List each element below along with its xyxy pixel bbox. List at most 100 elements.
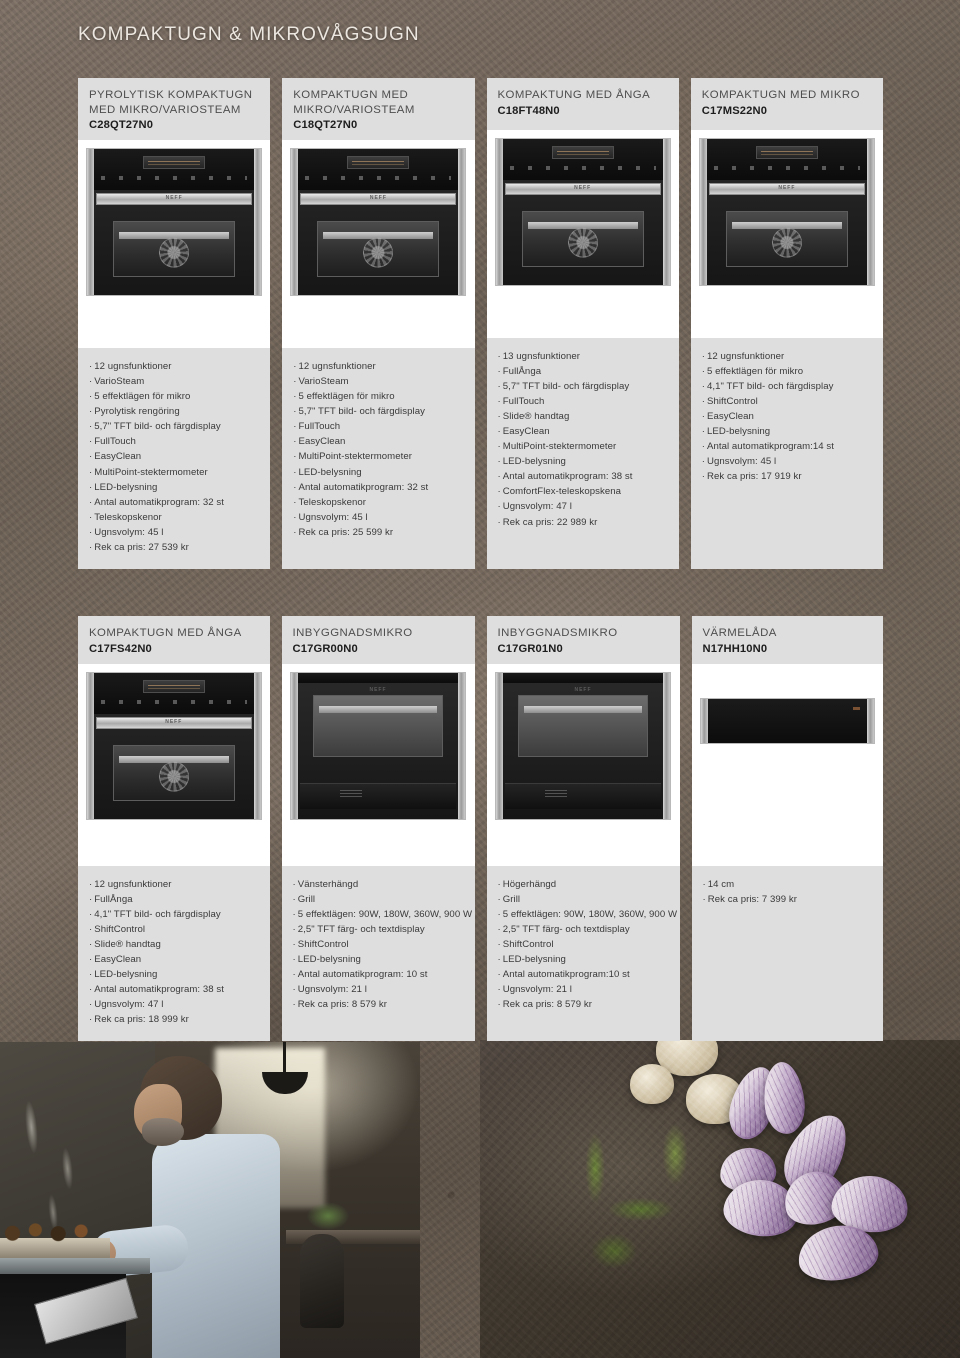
lower-control-strip [505, 782, 661, 809]
product-model-number: C17FS42N0 [89, 642, 152, 655]
touch-controls [509, 166, 656, 170]
product-card-header: VÄRMELÅDA N17HH10N0 [691, 616, 883, 664]
product-image: NEFF [78, 663, 270, 866]
oven-door [34, 1277, 138, 1345]
oven-side-trim [495, 139, 503, 285]
product-card[interactable]: PYROLYTISK KOMPAKTUGN MED MIKRO/VARIOSTE… [78, 78, 271, 569]
spec-item: Ugnsvolym: 47 l [498, 499, 669, 514]
spec-item: Vänsterhängd [293, 877, 465, 892]
spec-item: Pyrolytisk rengöring [89, 404, 260, 419]
spec-item: 12 ugnsfunktioner [702, 349, 873, 364]
spec-item: 5 effektlägen för mikro [702, 364, 873, 379]
spec-item: Antal automatikprogram: 32 st [89, 495, 260, 510]
fan-icon [363, 237, 394, 268]
oven-side-trim [496, 672, 503, 819]
herb-sprigs [542, 1076, 732, 1306]
spec-item: 4,1" TFT bild- och färgdisplay [702, 379, 873, 394]
spec-item: ShiftControl [293, 937, 465, 952]
oven-image: NEFF [86, 148, 263, 297]
brand-logo: NEFF [574, 686, 592, 693]
spec-item: 5 effektlägen: 90W, 180W, 360W, 900 W [293, 907, 472, 922]
spec-item: 13 ugnsfunktioner [498, 349, 669, 364]
tft-display [755, 146, 818, 159]
product-title: KOMPAKTUNG MED ÅNGA [497, 89, 651, 101]
shallot-icon [773, 1104, 859, 1204]
product-card-header: KOMPAKTUGN MED MIKRO C17MS22N0 [690, 78, 883, 130]
oven-cavity [313, 694, 443, 757]
spec-item: Rek ca pris: 18 999 kr [89, 1012, 260, 1027]
spec-item: LED-belysning [293, 465, 464, 480]
product-grid-row-1: PYROLYTISK KOMPAKTUGN MED MIKRO/VARIOSTE… [78, 78, 883, 569]
spec-item: Slide® handtag [89, 937, 260, 952]
product-card[interactable]: KOMPAKTUGN MED MIKRO/VARIOSTEAM C18QT27N0… [282, 78, 475, 569]
oven-side-trim [866, 139, 874, 285]
fan-icon [771, 227, 802, 258]
product-spec-list: 12 ugnsfunktionerVarioSteam5 effektlägen… [282, 348, 475, 569]
product-model-number: C28QT27N0 [89, 119, 154, 132]
product-image: NEFF [486, 663, 680, 866]
product-card[interactable]: KOMPAKTUNG MED ÅNGA C18FT48N0 NEFF 13 ugnsf… [486, 78, 679, 569]
product-card[interactable]: INBYGGNADSMIKRO C17GR00N0 NEFF Vänsterhängd… [281, 616, 475, 1042]
spec-item: Antal automatikprogram: 32 st [293, 480, 464, 495]
oven-rack [524, 705, 642, 713]
spec-item: 5 effektlägen för mikro [293, 389, 464, 404]
oven-side-trim [253, 672, 261, 819]
product-model-number: C18FT48N0 [497, 104, 560, 117]
spec-item: ShiftControl [89, 922, 260, 937]
spec-item: 5,7" TFT bild- och färgdisplay [293, 404, 464, 419]
spec-item: LED-belysning [293, 952, 465, 967]
product-title: INBYGGNADSMIKRO [292, 627, 413, 639]
spec-item: ComfortFlex-teleskopskena [498, 484, 669, 499]
warming-drawer-image [699, 697, 875, 744]
product-card[interactable]: KOMPAKTUGN MED MIKRO C17MS22N0 NEFF 12 ugns… [690, 78, 883, 569]
product-card[interactable]: KOMPAKTUGN MED ÅNGA C17FS42N0 NEFF 12 ugnsf… [78, 616, 270, 1042]
spec-item: Grill [498, 892, 670, 907]
spec-item: MultiPoint-stektermometer [89, 465, 260, 480]
spec-item: Antal automatikprogram: 10 st [293, 967, 465, 982]
oven-side-trim [254, 149, 262, 296]
product-spec-list: 12 ugnsfunktionerVarioSteam5 effektlägen… [78, 348, 271, 569]
spec-item: EasyClean [89, 952, 260, 967]
drawer-side-trim [867, 698, 874, 743]
spec-item: 12 ugnsfunktioner [89, 359, 260, 374]
spec-item: Antal automatikprogram: 38 st [89, 982, 260, 997]
fan-icon [158, 761, 189, 792]
spec-item: 14 cm [703, 877, 874, 892]
oven-side-trim [87, 672, 94, 819]
spec-item: Grill [293, 892, 465, 907]
spec-item: Rek ca pris: 7 399 kr [703, 892, 874, 907]
oven-image: NEFF [494, 138, 671, 286]
shallot-icon [720, 1175, 802, 1241]
plated-food [0, 1220, 104, 1242]
spec-item: ShiftControl [702, 394, 873, 409]
spec-item: Ugnsvolym: 47 l [89, 997, 260, 1012]
spec-item: Rek ca pris: 8 579 kr [498, 997, 670, 1012]
shallot-icon [829, 1172, 911, 1236]
product-title: VÄRMELÅDA [702, 627, 777, 639]
spec-item: ShiftControl [498, 937, 670, 952]
spec-item: LED-belysning [702, 424, 873, 439]
product-title: PYROLYTISK KOMPAKTUGN MED MIKRO/VARIOSTE… [89, 89, 253, 116]
brand-logo: NEFF [369, 686, 387, 693]
product-card-header: INBYGGNADSMIKRO C17GR00N0 [281, 616, 475, 664]
spec-item: FullTouch [293, 419, 464, 434]
spec-item: 12 ugnsfunktioner [89, 877, 260, 892]
spec-item: LED-belysning [498, 952, 670, 967]
product-card[interactable]: INBYGGNADSMIKRO C17GR01N0 NEFF HögerhängdGr… [486, 616, 680, 1042]
brand-logo: NEFF [778, 185, 796, 191]
brand-logo: NEFF [165, 718, 183, 725]
spec-item: 5 effektlägen: 90W, 180W, 360W, 900 W [498, 907, 677, 922]
fan-icon [567, 227, 598, 258]
lower-control-strip [300, 782, 456, 809]
tft-display [347, 156, 410, 170]
spec-item: FullÅnga [89, 892, 260, 907]
oven-side-trim [291, 149, 299, 296]
product-card[interactable]: VÄRMELÅDA N17HH10N0 14 cmRek ca pris: 7 39… [691, 616, 883, 1042]
oven-image: NEFF [290, 148, 467, 297]
shallot-icon [718, 1146, 778, 1194]
vegetables-photo [480, 1040, 960, 1358]
tft-display [142, 679, 205, 693]
product-card-header: KOMPAKTUGN MED MIKRO/VARIOSTEAM C18QT27N0 [282, 78, 475, 141]
shallot-icon [722, 1061, 784, 1145]
spec-item: FullÅnga [498, 364, 669, 379]
